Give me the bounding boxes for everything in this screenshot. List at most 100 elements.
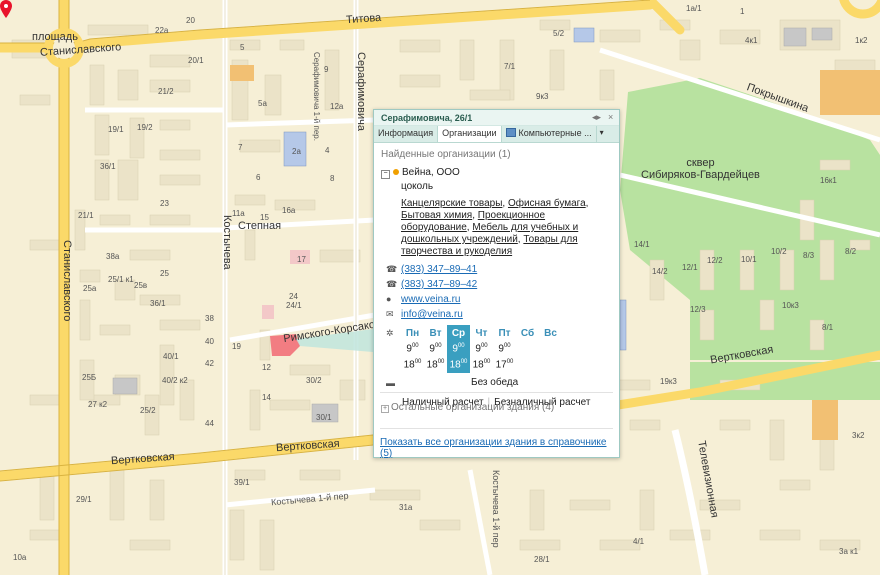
tab-computer-label: Компьютерные ...: [518, 128, 592, 138]
close-time: 1700: [495, 359, 514, 371]
building-number: 4к1: [745, 36, 758, 45]
org-name: Вейна, ООО: [402, 167, 460, 178]
building-number: 9к3: [536, 92, 549, 101]
building-number: 7: [238, 143, 243, 152]
open-time: [516, 341, 539, 357]
building-number: 19/1: [108, 125, 124, 134]
building-number: 14/1: [634, 240, 650, 249]
open-time: 900: [406, 343, 419, 355]
resize-icon[interactable]: ◂▸: [592, 112, 601, 123]
clock-icon: ✲: [386, 328, 394, 338]
building-number: 6: [256, 173, 261, 182]
building-number: 11а: [232, 209, 245, 218]
building-number: 25Б: [82, 373, 97, 382]
building-number: 19/2: [137, 123, 153, 132]
building-info-popup: Серафимовича, 26/1 ◂▸ × Информация Орган…: [373, 109, 620, 459]
building-number: 30/1: [316, 413, 332, 422]
open-time: 900: [475, 343, 488, 355]
org-name-row[interactable]: − Вейна, ООО: [381, 167, 615, 179]
category-link[interactable]: Офисная бумага: [508, 198, 586, 209]
building-number: 17: [297, 255, 306, 264]
building-number: 10/2: [771, 247, 787, 256]
email-link[interactable]: info@veina.ru: [401, 309, 463, 320]
building-number: 42: [205, 359, 214, 368]
building-number: 25: [160, 269, 169, 278]
show-all-orgs-link[interactable]: Показать все организации здания в справо…: [380, 437, 619, 459]
building-number: 14/2: [652, 267, 668, 276]
building-number: 8/2: [845, 247, 857, 256]
day-label-today: Ср: [447, 325, 470, 341]
street-label: Серафимовича 1-й пер.: [312, 52, 321, 141]
phone-link[interactable]: (383) 347–89–42: [401, 279, 477, 290]
street-label: Станиславского: [61, 240, 73, 322]
close-time: 1800: [403, 359, 422, 371]
building-number: 30/2: [306, 376, 322, 385]
globe-icon: ●: [386, 294, 392, 304]
phone-icon: ☎: [386, 264, 398, 274]
close-time: 1800: [447, 357, 470, 373]
building-number: 25а: [83, 284, 97, 293]
org-categories: Канцелярские товары, Офисная бумага, Быт…: [401, 198, 589, 257]
day-label: Вс: [544, 327, 557, 339]
building-number: 8/1: [822, 323, 834, 332]
lunch-text: Без обеда: [471, 377, 519, 388]
building-number: 10/1: [741, 255, 757, 264]
category-link[interactable]: Бытовая химия: [401, 210, 472, 221]
category-link[interactable]: Канцелярские товары: [401, 198, 502, 209]
tab-organizations[interactable]: Организации: [438, 126, 502, 142]
park-area-lower: [690, 362, 880, 400]
other-orgs-toggle[interactable]: + Остальные организации здания (4): [381, 402, 554, 413]
building-number: 5а: [258, 99, 267, 108]
building-number: 10к3: [782, 301, 799, 310]
open-time: 900: [498, 343, 511, 355]
day-label: Вт: [429, 327, 442, 339]
building-number: 23: [160, 199, 169, 208]
phone-link[interactable]: (383) 347–89–41: [401, 264, 477, 275]
building-number: 5: [240, 43, 245, 52]
building-number: 24/1: [286, 301, 302, 310]
website-row: ● www.veina.ru: [386, 294, 615, 307]
building-number: 27 к2: [88, 400, 108, 409]
building-number: 25/1 к1: [108, 275, 134, 284]
tab-info[interactable]: Информация: [374, 126, 439, 142]
day-label: Пт: [498, 327, 511, 339]
show-all-orgs-text[interactable]: Показать все организации здания в справо…: [380, 437, 606, 459]
website-link[interactable]: www.veina.ru: [401, 294, 460, 305]
building-number: 20: [186, 16, 195, 25]
building-number: 21/2: [158, 87, 174, 96]
email-row: ✉ info@veina.ru: [386, 309, 615, 322]
divider: [380, 392, 613, 393]
popup-title: Серафимовича, 26/1: [381, 113, 473, 123]
building-number: 40/2 к2: [162, 376, 188, 385]
close-time: 1800: [472, 359, 491, 371]
location-pin-icon[interactable]: [0, 0, 12, 18]
map-view[interactable]: 22а 20 20/1 21/2 21/1 19/1 19/2 36/1 25 …: [0, 0, 880, 575]
other-orgs-label: Остальные организации здания (4): [391, 402, 555, 413]
building-number: 7/1: [504, 62, 516, 71]
building-number: 39/1: [234, 478, 250, 487]
day-label: Пн: [405, 327, 420, 339]
collapse-icon[interactable]: −: [381, 170, 390, 179]
building-number: 8/3: [803, 251, 815, 260]
building-number: 20/1: [188, 56, 204, 65]
tab-computer[interactable]: Компьютерные ...: [502, 126, 597, 142]
phone-row: ☎ (383) 347–89–42: [386, 279, 615, 292]
building-number: 16к1: [820, 176, 837, 185]
popup-tabs: Информация Организации Компьютерные ... …: [374, 126, 619, 143]
working-hours: ✲ Пн Вт Ср Чт Пт Сб Вс 900 900 900 900 9…: [386, 325, 615, 373]
building-number: 25/2: [140, 406, 156, 415]
phone-icon: ☎: [386, 279, 398, 289]
park-label: сквер Сибиряков-Гвардейцев: [641, 157, 760, 181]
building-number: 29/1: [76, 495, 92, 504]
tabs-more-icon[interactable]: ▾: [597, 126, 607, 142]
building-number: 19: [232, 342, 241, 351]
building-number: 2а: [292, 147, 301, 156]
expand-icon[interactable]: +: [381, 405, 389, 413]
close-icon[interactable]: ×: [608, 112, 613, 122]
building-number: 10а: [13, 553, 27, 562]
building-number: 38: [205, 314, 214, 323]
building-number: 31а: [399, 503, 413, 512]
building-number: 3а к1: [839, 547, 859, 556]
close-time: [539, 357, 562, 373]
street-label: площадь: [32, 31, 78, 43]
